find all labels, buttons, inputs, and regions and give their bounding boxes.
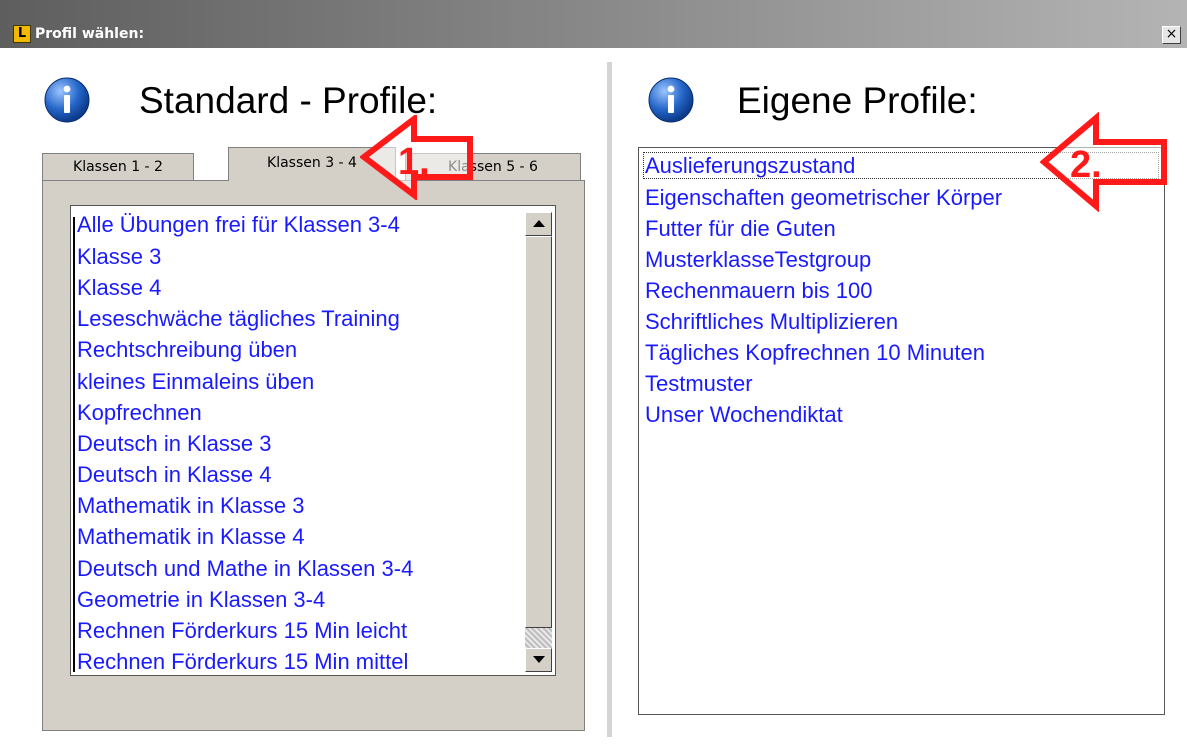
tab-klassen-1-2[interactable]: Klassen 1 - 2: [42, 153, 194, 180]
list-item[interactable]: Unser Wochendiktat: [645, 401, 843, 428]
close-button[interactable]: ×: [1162, 26, 1181, 44]
list-item[interactable]: Testmuster: [645, 370, 753, 397]
arrow-down-icon: [533, 656, 545, 663]
app-icon: L: [13, 25, 31, 43]
list-item[interactable]: Kopfrechnen: [77, 399, 202, 426]
arrow-up-icon: [533, 220, 545, 227]
list-item[interactable]: Geometrie in Klassen 3-4: [77, 586, 325, 613]
list-item[interactable]: Rechnen Förderkurs 15 Min leicht: [77, 617, 407, 644]
scroll-track[interactable]: [525, 628, 552, 648]
list-item[interactable]: MusterklasseTestgroup: [645, 246, 871, 273]
info-icon: [648, 77, 694, 123]
panel-divider: [607, 62, 612, 737]
vertical-scrollbar[interactable]: [525, 212, 552, 672]
annotation-label-2: 2.: [1070, 144, 1102, 186]
list-item[interactable]: Alle Übungen frei für Klassen 3-4: [77, 211, 400, 238]
scroll-up-button[interactable]: [525, 212, 552, 236]
close-icon: ×: [1165, 26, 1178, 42]
info-icon: [44, 77, 90, 123]
list-item[interactable]: Klasse 3: [77, 243, 161, 270]
list-item[interactable]: Rechenmauern bis 100: [645, 277, 872, 304]
list-item[interactable]: Rechtschreibung üben: [77, 336, 297, 363]
window-title: Profil wählen:: [35, 26, 145, 42]
own-profiles-heading: Eigene Profile:: [737, 80, 978, 121]
annotation-label-1: 1.: [398, 141, 430, 183]
list-item[interactable]: Futter für die Guten: [645, 215, 836, 242]
list-item[interactable]: Deutsch in Klasse 3: [77, 430, 271, 457]
standard-profile-list[interactable]: Alle Übungen frei für Klassen 3-4 Klasse…: [70, 205, 556, 676]
list-item[interactable]: Leseschwäche tägliches Training: [77, 305, 400, 332]
list-item[interactable]: Klasse 4: [77, 274, 161, 301]
scroll-thumb[interactable]: [525, 236, 552, 628]
list-item[interactable]: Tägliches Kopfrechnen 10 Minuten: [645, 339, 985, 366]
list-item[interactable]: Mathematik in Klasse 3: [77, 492, 304, 519]
title-bar: [0, 0, 1187, 48]
list-left-edge: [73, 217, 75, 672]
scroll-down-button[interactable]: [525, 648, 552, 672]
list-item[interactable]: Eigenschaften geometrischer Körper: [645, 184, 1002, 211]
list-item[interactable]: Rechnen Förderkurs 15 Min mittel: [77, 648, 408, 675]
own-profile-list[interactable]: Auslieferungszustand Eigenschaften geome…: [638, 147, 1165, 715]
list-item[interactable]: Schriftliches Multiplizieren: [645, 308, 898, 335]
list-item[interactable]: Mathematik in Klasse 4: [77, 523, 304, 550]
list-item[interactable]: kleines Einmaleins üben: [77, 368, 314, 395]
arrow-left-icon: [1040, 112, 1167, 212]
list-item[interactable]: Deutsch in Klasse 4: [77, 461, 271, 488]
list-item[interactable]: Deutsch und Mathe in Klassen 3-4: [77, 555, 413, 582]
